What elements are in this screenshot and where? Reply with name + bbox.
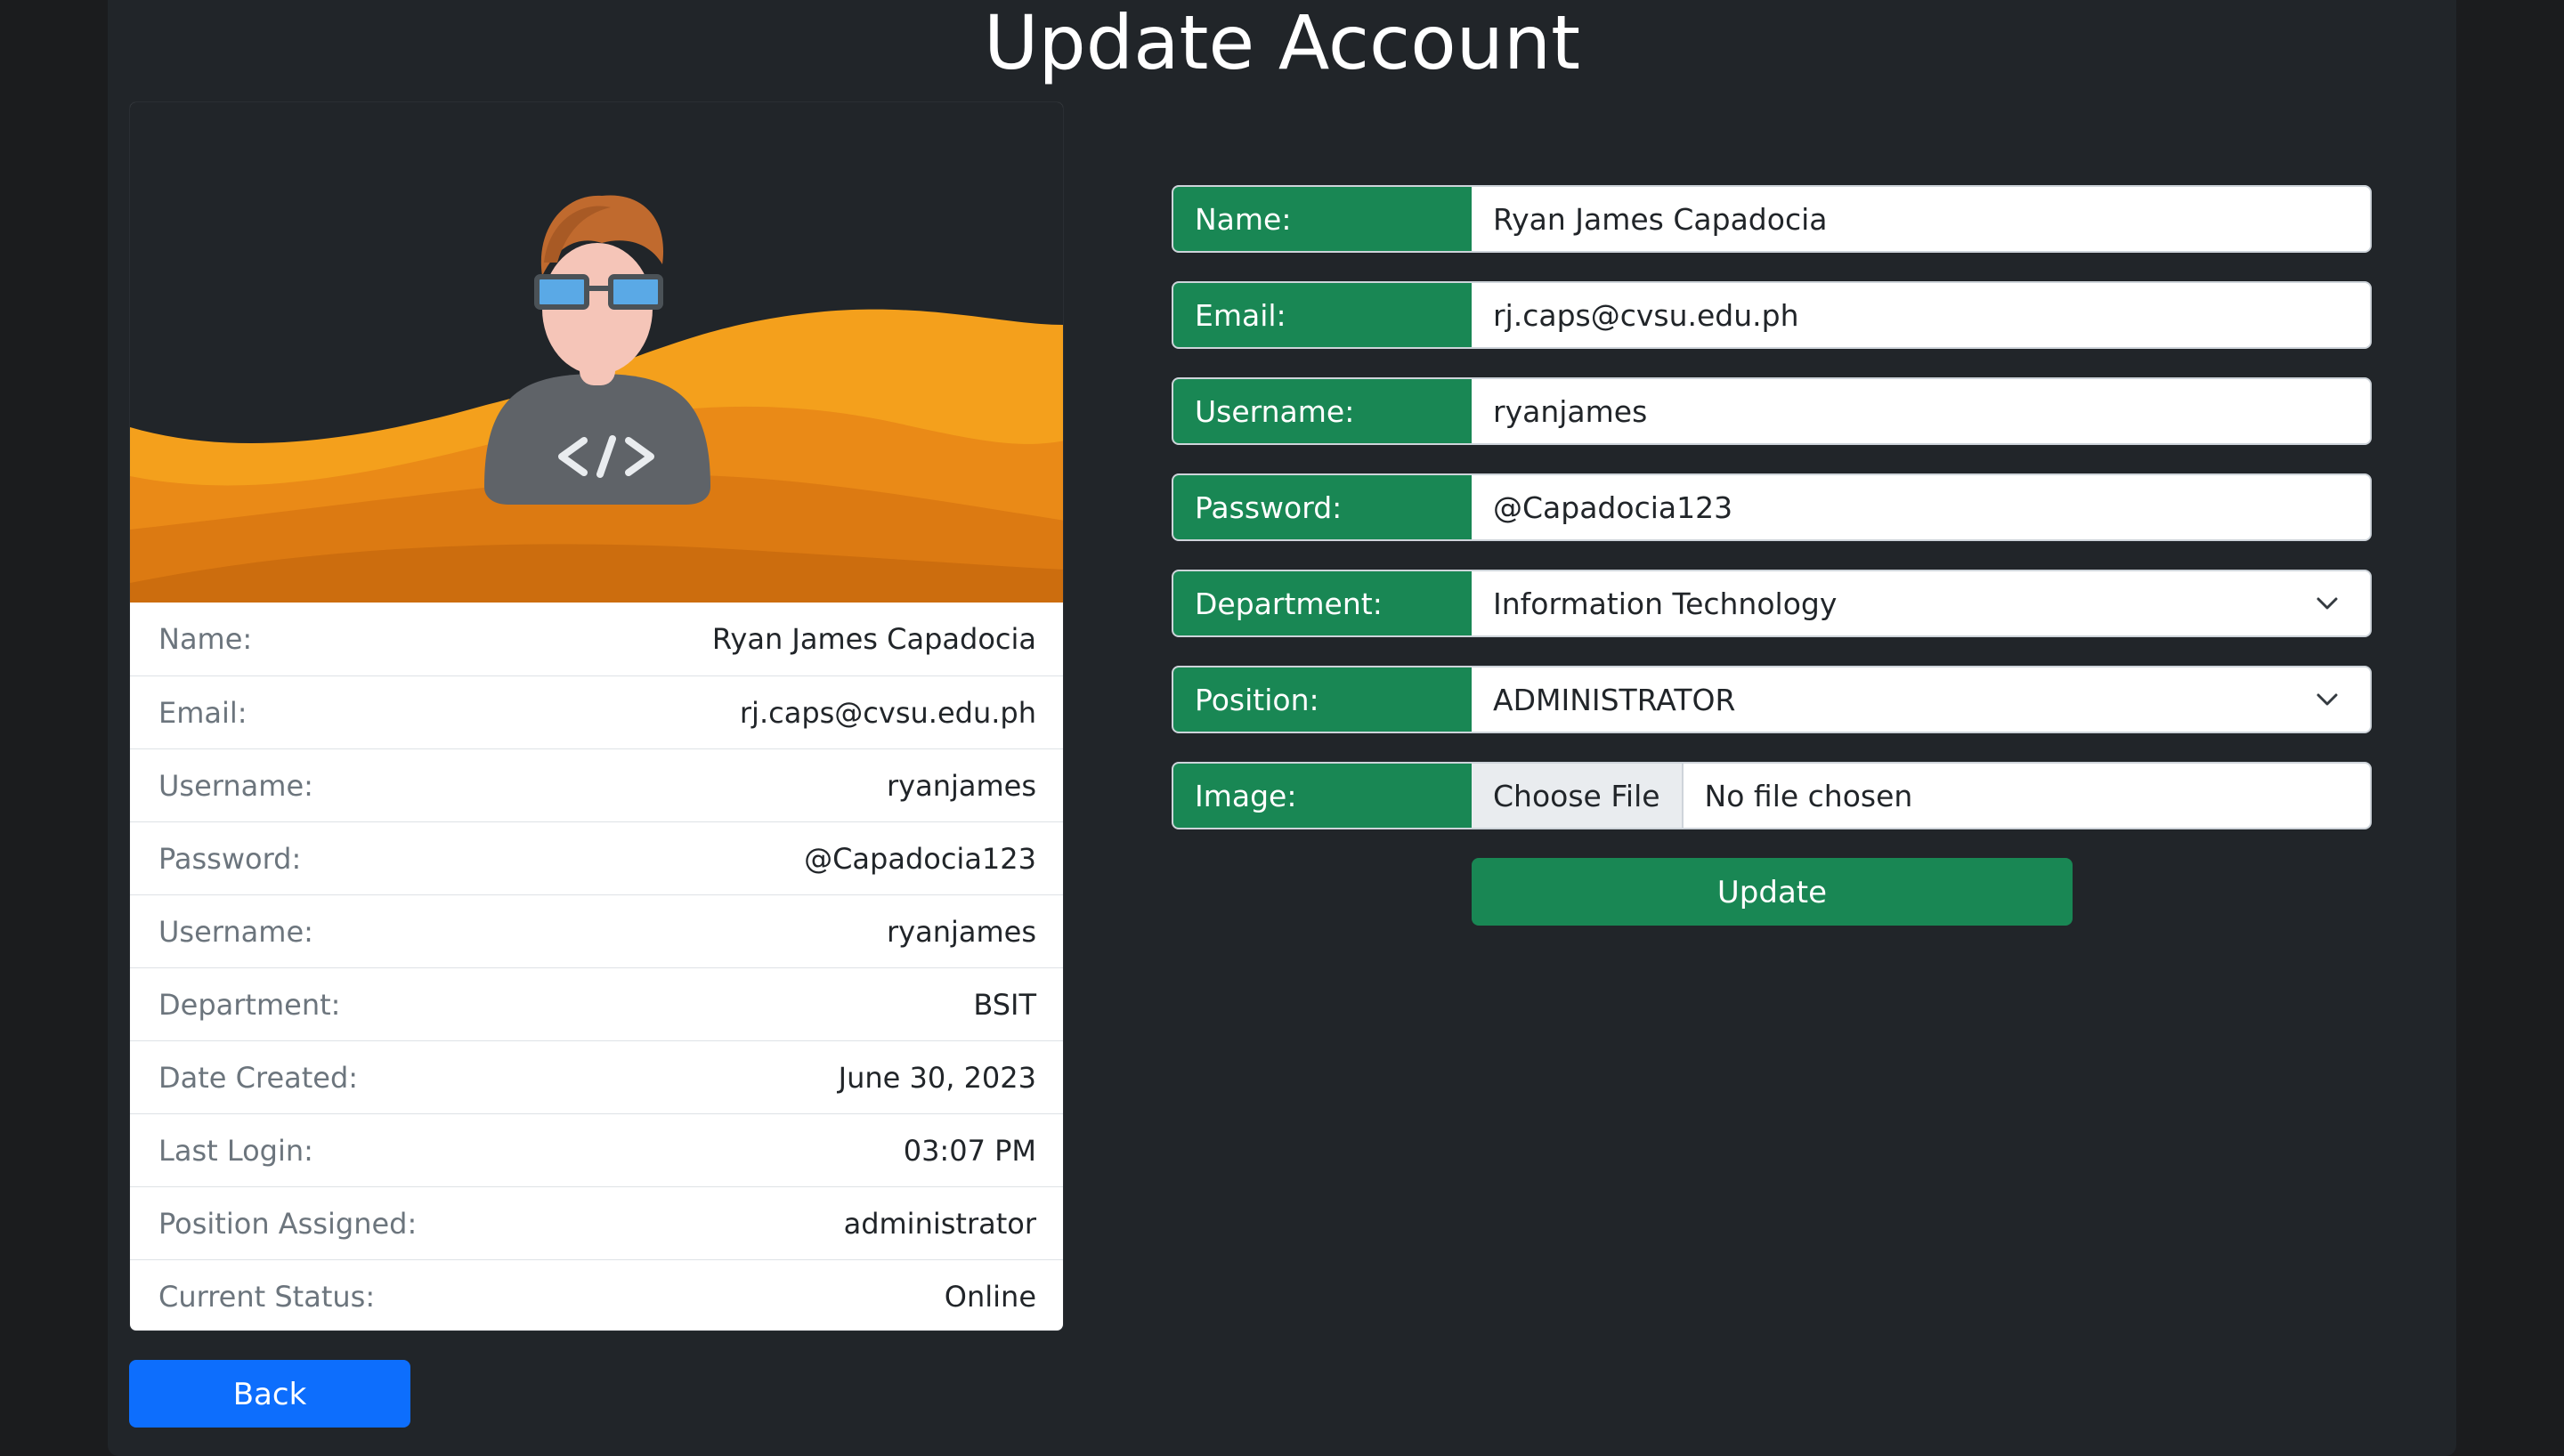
profile-card: Name: Ryan James Capadocia Email: rj.cap… — [129, 101, 1064, 1331]
email-field-group: Email: rj.caps@cvsu.edu.ph — [1172, 281, 2372, 349]
profile-row-date-created: Date Created: June 30, 2023 — [130, 1040, 1063, 1113]
profile-row-password: Password: @Capadocia123 — [130, 821, 1063, 894]
back-button[interactable]: Back — [129, 1360, 410, 1428]
profile-label: Last Login: — [158, 1133, 313, 1168]
profile-label: Username: — [158, 768, 313, 803]
username-input[interactable]: ryanjames — [1472, 379, 2370, 443]
email-input[interactable]: rj.caps@cvsu.edu.ph — [1472, 283, 2370, 347]
profile-label: Department: — [158, 987, 341, 1022]
profile-value: @Capadocia123 — [804, 841, 1036, 876]
profile-row-username: Username: ryanjames — [130, 748, 1063, 821]
profile-value: administrator — [843, 1206, 1036, 1241]
chevron-down-icon — [2317, 597, 2338, 610]
profile-label: Email: — [158, 695, 247, 730]
department-field-group: Department: Information Technology — [1172, 570, 2372, 637]
file-status-text: No file chosen — [1704, 778, 1913, 813]
chevron-down-icon — [2317, 693, 2338, 706]
profile-label: Password: — [158, 841, 302, 876]
page-title: Update Account — [983, 0, 1581, 86]
profile-image — [130, 102, 1063, 603]
department-field-label: Department: — [1173, 571, 1472, 635]
profile-value: Ryan James Capadocia — [711, 622, 1036, 656]
profile-row-username-2: Username: ryanjames — [130, 894, 1063, 967]
profile-label: Current Status: — [158, 1279, 376, 1314]
avatar-illustration — [130, 102, 1063, 603]
email-field-label: Email: — [1173, 283, 1472, 347]
profile-label: Username: — [158, 914, 313, 949]
profile-row-position: Position Assigned: administrator — [130, 1186, 1063, 1259]
profile-value: rj.caps@cvsu.edu.ph — [739, 695, 1036, 730]
profile-label: Position Assigned: — [158, 1206, 418, 1241]
password-field-label: Password: — [1173, 475, 1472, 539]
image-field-group: Image: Choose File No file chosen — [1172, 762, 2372, 829]
name-input[interactable]: Ryan James Capadocia — [1472, 187, 2370, 251]
profile-value: ryanjames — [886, 768, 1036, 803]
profile-row-department: Department: BSIT — [130, 967, 1063, 1040]
profile-value: Online — [944, 1279, 1036, 1314]
position-selected-value: ADMINISTRATOR — [1493, 682, 1736, 717]
username-field-group: Username: ryanjames — [1172, 377, 2372, 445]
profile-row-last-login: Last Login: 03:07 PM — [130, 1113, 1063, 1186]
position-select[interactable]: ADMINISTRATOR — [1472, 667, 2370, 732]
profile-value: ryanjames — [886, 914, 1036, 949]
password-field-group: Password: @Capadocia123 — [1172, 473, 2372, 541]
profile-value: BSIT — [973, 987, 1036, 1022]
department-select[interactable]: Information Technology — [1472, 571, 2370, 635]
profile-value: June 30, 2023 — [838, 1060, 1036, 1095]
profile-value: 03:07 PM — [903, 1133, 1036, 1168]
password-input[interactable]: @Capadocia123 — [1472, 475, 2370, 539]
choose-file-button[interactable]: Choose File — [1472, 764, 1684, 828]
profile-row-email: Email: rj.caps@cvsu.edu.ph — [130, 675, 1063, 748]
update-button[interactable]: Update — [1472, 858, 2073, 926]
profile-label: Date Created: — [158, 1060, 359, 1095]
name-field-label: Name: — [1173, 187, 1472, 251]
position-field-group: Position: ADMINISTRATOR — [1172, 666, 2372, 733]
position-field-label: Position: — [1173, 667, 1472, 732]
image-field-label: Image: — [1173, 764, 1472, 828]
profile-info-list: Name: Ryan James Capadocia Email: rj.cap… — [130, 603, 1063, 1331]
name-field-group: Name: Ryan James Capadocia — [1172, 185, 2372, 253]
username-field-label: Username: — [1173, 379, 1472, 443]
profile-row-name: Name: Ryan James Capadocia — [130, 603, 1063, 675]
profile-row-status: Current Status: Online — [130, 1259, 1063, 1331]
profile-label: Name: — [158, 622, 253, 656]
department-selected-value: Information Technology — [1493, 586, 1838, 621]
